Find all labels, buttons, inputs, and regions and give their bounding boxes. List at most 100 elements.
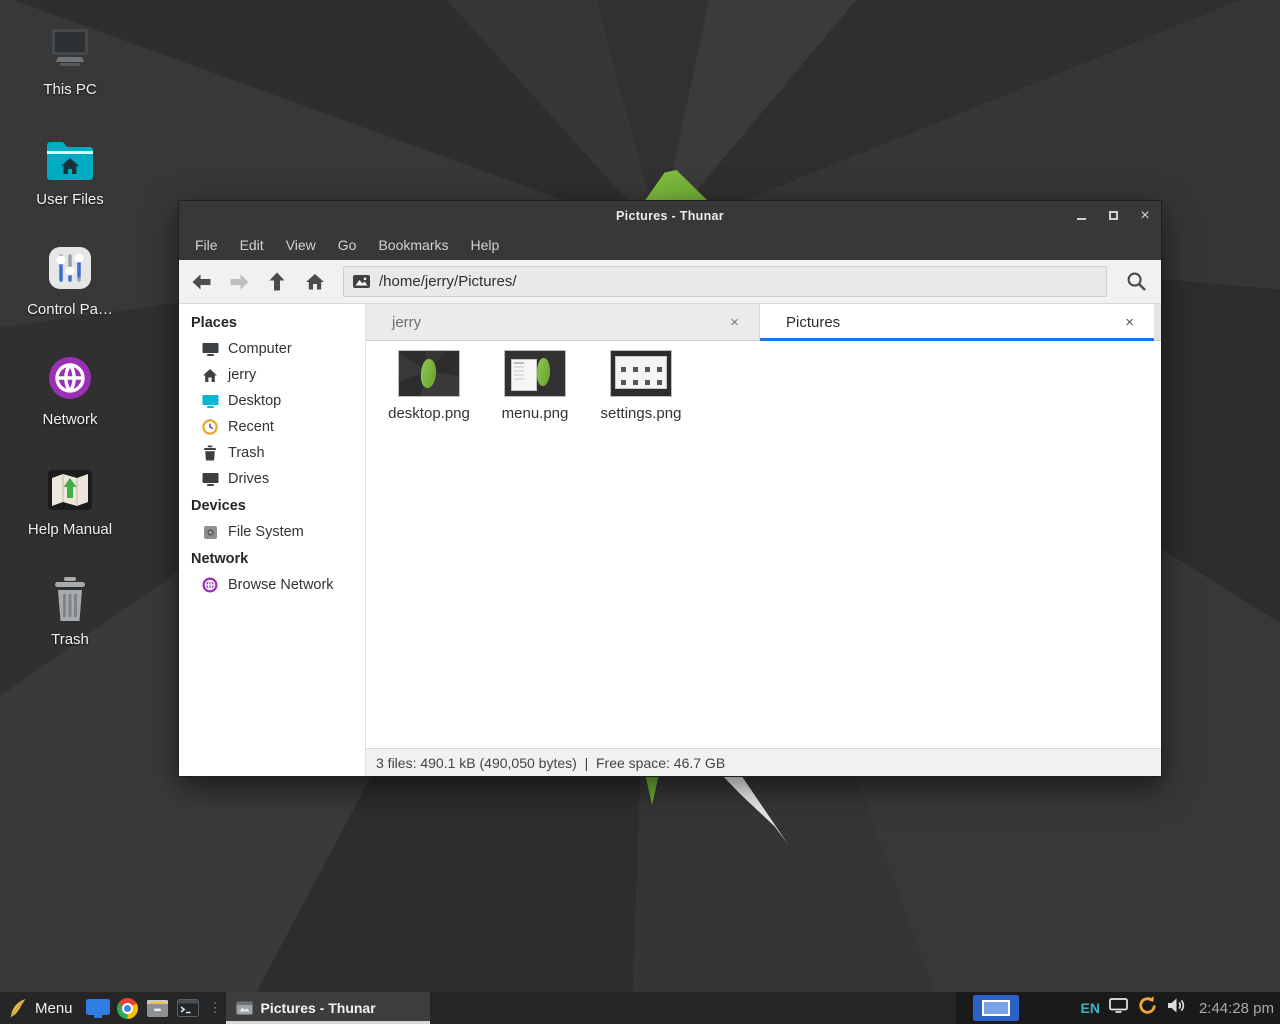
file-manager-launcher[interactable] bbox=[143, 992, 173, 1024]
tab-jerry[interactable]: jerry × bbox=[366, 304, 760, 340]
titlebar[interactable]: Pictures - Thunar × bbox=[179, 201, 1161, 230]
control-panel-icon bbox=[46, 242, 94, 292]
chrome-launcher[interactable] bbox=[113, 992, 143, 1024]
desktop-icon-label: Control Pa… bbox=[27, 301, 113, 318]
display-icon bbox=[1109, 998, 1128, 1013]
file-menu-png[interactable]: menu.png bbox=[486, 350, 584, 422]
back-icon bbox=[192, 274, 211, 290]
file-desktop-png[interactable]: desktop.png bbox=[380, 350, 478, 422]
file-settings-png[interactable]: settings.png bbox=[592, 350, 690, 422]
back-button[interactable] bbox=[183, 265, 219, 299]
sidebar-item-label: Desktop bbox=[228, 393, 281, 409]
window-task-icon bbox=[236, 1001, 253, 1015]
task-button-thunar[interactable]: Pictures - Thunar bbox=[226, 992, 430, 1024]
sidebar-item-browse-network[interactable]: Browse Network bbox=[179, 572, 365, 598]
sidebar-item-recent[interactable]: Recent bbox=[179, 414, 365, 440]
search-icon bbox=[1126, 271, 1147, 292]
menu-view[interactable]: View bbox=[275, 230, 327, 260]
file-name: desktop.png bbox=[388, 405, 470, 422]
desktop-icon-network[interactable]: Network bbox=[10, 352, 130, 462]
clock[interactable]: 2:44:28 pm bbox=[1199, 1000, 1274, 1017]
search-button[interactable] bbox=[1119, 265, 1153, 299]
path-bar[interactable]: /home/jerry/Pictures/ bbox=[343, 266, 1107, 297]
desktop-icon-trash[interactable]: Trash bbox=[10, 572, 130, 682]
main-pane: jerry × Pictures × desktop.png bbox=[366, 304, 1161, 776]
file-name: settings.png bbox=[601, 405, 682, 422]
home-icon bbox=[306, 274, 324, 290]
update-refresh-icon bbox=[1137, 995, 1158, 1016]
menubar: File Edit View Go Bookmarks Help bbox=[179, 230, 1161, 260]
sidebar-item-label: Drives bbox=[228, 471, 269, 487]
sidebar-item-file-system[interactable]: File System bbox=[179, 519, 365, 545]
panel-handle-icon: ⋮ bbox=[203, 1000, 226, 1016]
terminal-launcher[interactable] bbox=[173, 992, 203, 1024]
workspace-pager[interactable] bbox=[973, 995, 1019, 1021]
desktop: This PC User Files Control Pa… Network H… bbox=[0, 0, 1280, 1024]
file-view[interactable]: desktop.png menu.png settings.png bbox=[366, 341, 1161, 748]
home-button[interactable] bbox=[297, 265, 333, 299]
status-text: 3 files: 490.1 kB (490,050 bytes) | Free… bbox=[376, 755, 725, 771]
tab-close-icon[interactable]: × bbox=[1121, 312, 1138, 333]
desktop-icon-label: This PC bbox=[43, 81, 96, 98]
desktop-icon-this-pc[interactable]: This PC bbox=[10, 22, 130, 132]
filesystem-icon bbox=[201, 525, 219, 540]
up-button[interactable] bbox=[259, 265, 295, 299]
sidebar-item-trash[interactable]: Trash bbox=[179, 440, 365, 466]
forward-icon bbox=[230, 274, 249, 290]
forward-button[interactable] bbox=[221, 265, 257, 299]
terminal-icon bbox=[177, 999, 199, 1017]
sidebar-item-label: Browse Network bbox=[228, 577, 334, 593]
sidebar-item-label: jerry bbox=[228, 367, 256, 383]
menu-file[interactable]: File bbox=[184, 230, 229, 260]
home-icon bbox=[201, 368, 219, 383]
minimize-icon bbox=[1077, 218, 1086, 220]
sidebar-item-label: Trash bbox=[228, 445, 265, 461]
keyboard-layout-indicator[interactable]: EN bbox=[1080, 1000, 1099, 1016]
desktop-icon-control-panel[interactable]: Control Pa… bbox=[10, 242, 130, 352]
sidebar-item-jerry[interactable]: jerry bbox=[179, 362, 365, 388]
sidebar-item-drives[interactable]: Drives bbox=[179, 466, 365, 492]
menu-help[interactable]: Help bbox=[460, 230, 511, 260]
desktop-icon-user-files[interactable]: User Files bbox=[10, 132, 130, 242]
sidebar-item-desktop[interactable]: Desktop bbox=[179, 388, 365, 414]
path-text: /home/jerry/Pictures/ bbox=[379, 273, 517, 290]
maximize-button[interactable] bbox=[1097, 201, 1129, 230]
show-desktop-launcher[interactable] bbox=[83, 992, 113, 1024]
desktop-monitor-icon bbox=[201, 394, 219, 409]
sidebar-item-label: Recent bbox=[228, 419, 274, 435]
tab-close-icon[interactable]: × bbox=[726, 312, 743, 333]
menu-button-label: Menu bbox=[35, 1000, 73, 1017]
app-menu-button[interactable]: Menu bbox=[0, 992, 83, 1024]
sidebar: Places Computer jerry Desktop Recent bbox=[179, 304, 366, 776]
linux-lite-feather-icon bbox=[8, 997, 27, 1019]
drives-icon bbox=[201, 472, 219, 487]
speaker-icon bbox=[1167, 997, 1186, 1014]
window-title: Pictures - Thunar bbox=[179, 209, 1161, 223]
display-settings-tray-button[interactable] bbox=[1109, 998, 1128, 1018]
menu-go[interactable]: Go bbox=[327, 230, 368, 260]
maximize-icon bbox=[1109, 211, 1118, 220]
tab-pictures[interactable]: Pictures × bbox=[760, 304, 1154, 340]
desktop-icon-column: This PC User Files Control Pa… Network H… bbox=[10, 22, 130, 682]
sidebar-header-network: Network bbox=[179, 545, 365, 572]
image-file-icon bbox=[353, 275, 370, 288]
task-button-label: Pictures - Thunar bbox=[261, 1000, 376, 1016]
menu-bookmarks[interactable]: Bookmarks bbox=[367, 230, 459, 260]
trash-icon bbox=[201, 445, 219, 461]
desktop-icon bbox=[86, 999, 110, 1018]
status-bar: 3 files: 490.1 kB (490,050 bytes) | Free… bbox=[366, 748, 1161, 776]
workspace-1 bbox=[982, 1000, 1010, 1016]
volume-tray-button[interactable] bbox=[1167, 997, 1186, 1019]
minimize-button[interactable] bbox=[1065, 201, 1097, 230]
menu-edit[interactable]: Edit bbox=[229, 230, 275, 260]
help-manual-icon bbox=[46, 462, 94, 512]
close-button[interactable]: × bbox=[1129, 201, 1161, 230]
desktop-icon-help-manual[interactable]: Help Manual bbox=[10, 462, 130, 572]
desktop-icon-label: Help Manual bbox=[28, 521, 112, 538]
file-cabinet-icon bbox=[146, 999, 169, 1018]
sidebar-item-computer[interactable]: Computer bbox=[179, 336, 365, 362]
up-icon bbox=[269, 272, 285, 291]
file-thumbnail bbox=[398, 350, 460, 397]
file-name: menu.png bbox=[502, 405, 569, 422]
update-manager-tray-button[interactable] bbox=[1137, 995, 1158, 1021]
